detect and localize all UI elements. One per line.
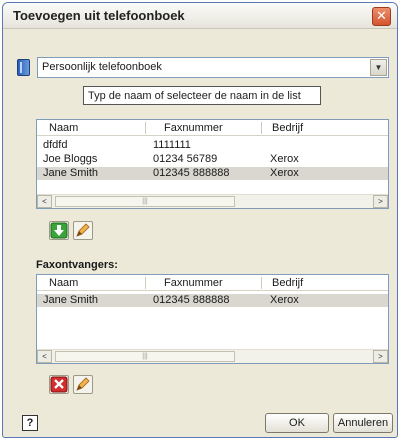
column-header-company[interactable]: Bedrijf xyxy=(272,277,303,289)
pencil-icon xyxy=(76,223,90,237)
row-fax: 1111111 xyxy=(153,139,191,151)
column-header-company[interactable]: Bedrijf xyxy=(272,122,303,134)
row-company: Xerox xyxy=(270,153,299,165)
table-row[interactable]: dfdfd 1111111 xyxy=(37,139,388,152)
column-separator xyxy=(261,277,262,289)
row-fax: 012345 888888 xyxy=(153,167,230,179)
close-button[interactable]: ✕ xyxy=(372,7,391,26)
scroll-right-button[interactable]: > xyxy=(373,350,388,363)
row-fax: 012345 888888 xyxy=(153,294,230,306)
row-fax: 01234 56789 xyxy=(153,153,218,165)
recipients-horizontal-scrollbar[interactable]: < ||| > xyxy=(37,349,388,363)
row-company: Xerox xyxy=(270,294,299,306)
column-separator xyxy=(261,122,262,134)
column-header-fax[interactable]: Faxnummer xyxy=(164,122,223,134)
row-name: Jane Smith xyxy=(43,167,99,179)
name-search-input[interactable] xyxy=(83,86,321,105)
row-name: dfdfd xyxy=(43,139,68,151)
scroll-right-button[interactable]: > xyxy=(373,195,388,208)
fax-recipients-label: Faxontvangers: xyxy=(36,259,118,271)
help-button[interactable]: ? xyxy=(22,415,38,431)
add-from-phonebook-dialog: Toevoegen uit telefoonboek ✕ Persoonlijk… xyxy=(2,2,398,438)
scroll-thumb[interactable]: ||| xyxy=(55,196,235,207)
row-name: Joe Bloggs xyxy=(43,153,98,165)
window-title: Toevoegen uit telefoonboek xyxy=(13,8,185,23)
phonebook-icon xyxy=(17,59,30,76)
phonebook-select[interactable]: Persoonlijk telefoonboek ▼ xyxy=(37,57,389,78)
cancel-button[interactable]: Annuleren xyxy=(333,413,393,433)
scroll-thumb[interactable]: ||| xyxy=(55,351,235,362)
phonebook-selected-value: Persoonlijk telefoonboek xyxy=(42,61,162,73)
title-bar: Toevoegen uit telefoonboek ✕ xyxy=(3,3,397,29)
contacts-list-header: Naam Faxnummer Bedrijf xyxy=(37,120,388,136)
ok-button[interactable]: OK xyxy=(265,413,329,433)
column-header-name[interactable]: Naam xyxy=(49,122,78,134)
row-company: Xerox xyxy=(270,167,299,179)
table-row[interactable]: Joe Bloggs 01234 56789 Xerox xyxy=(37,153,388,166)
table-row-selected[interactable]: Jane Smith 012345 888888 Xerox xyxy=(37,294,388,307)
edit-contact-button[interactable] xyxy=(73,221,93,240)
contacts-list[interactable]: Naam Faxnummer Bedrijf dfdfd 1111111 Joe… xyxy=(36,119,389,209)
delete-icon xyxy=(50,376,68,393)
add-recipient-button[interactable] xyxy=(49,221,69,240)
column-separator xyxy=(145,277,146,289)
close-icon: ✕ xyxy=(376,8,387,23)
recipients-list-header: Naam Faxnummer Bedrijf xyxy=(37,275,388,291)
pencil-icon xyxy=(76,377,90,391)
remove-recipient-button[interactable] xyxy=(49,375,69,394)
scroll-left-button[interactable]: < xyxy=(37,195,52,208)
contacts-horizontal-scrollbar[interactable]: < ||| > xyxy=(37,194,388,208)
chevron-down-icon[interactable]: ▼ xyxy=(370,59,387,76)
recipients-list[interactable]: Naam Faxnummer Bedrijf Jane Smith 012345… xyxy=(36,274,389,364)
table-row-selected[interactable]: Jane Smith 012345 888888 Xerox xyxy=(37,167,388,180)
column-header-name[interactable]: Naam xyxy=(49,277,78,289)
column-header-fax[interactable]: Faxnummer xyxy=(164,277,223,289)
row-name: Jane Smith xyxy=(43,294,99,306)
column-separator xyxy=(145,122,146,134)
down-arrow-icon xyxy=(50,222,68,239)
edit-recipient-button[interactable] xyxy=(73,375,93,394)
scroll-left-button[interactable]: < xyxy=(37,350,52,363)
